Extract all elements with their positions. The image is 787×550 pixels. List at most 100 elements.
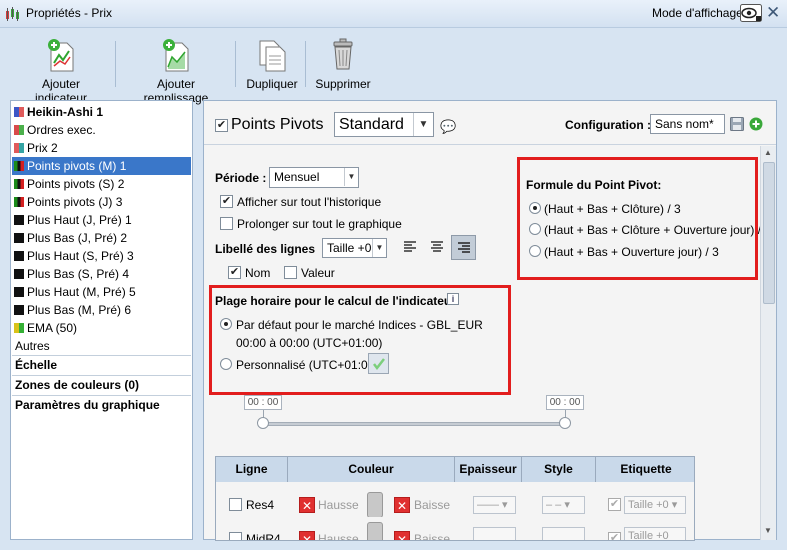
eye-icon[interactable] <box>740 4 762 22</box>
align-left-icon[interactable] <box>403 240 417 254</box>
slider-start-handle[interactable] <box>257 417 269 429</box>
add-icon[interactable] <box>749 117 763 131</box>
time-default-range: 00:00 à 00:00 (UTC+01:00) <box>236 336 383 350</box>
formula-option-radio[interactable] <box>529 202 541 214</box>
scroll-up-icon[interactable]: ▲ <box>764 148 772 157</box>
delete-button[interactable]: Supprimer <box>314 37 372 91</box>
list-item[interactable]: Prix 2 <box>12 139 191 157</box>
list-item[interactable]: Plus Haut (S, Pré) 3 <box>12 247 191 265</box>
down-color-label: Baisse <box>414 532 451 541</box>
label-size-select[interactable]: Taille +0 <box>624 527 686 540</box>
object-list: Heikin-Ashi 1 Ordres exec. Prix 2 Points… <box>10 100 193 540</box>
confirm-time-button[interactable] <box>368 353 389 374</box>
font-size-select[interactable]: Taille +0 ▼ <box>322 238 387 258</box>
add-fill-icon <box>163 39 189 72</box>
thickness-select[interactable]: —— ▾ <box>473 496 516 514</box>
align-right-button[interactable] <box>451 235 476 260</box>
line-visible-checkbox[interactable] <box>229 498 242 511</box>
thickness-select[interactable] <box>473 527 516 540</box>
chevron-down-icon: ▼ <box>372 239 386 257</box>
list-item[interactable]: Plus Bas (S, Pré) 4 <box>12 265 191 283</box>
close-icon[interactable]: ✕ <box>766 3 780 23</box>
trash-icon <box>333 38 353 70</box>
show-name-label: Nom <box>245 266 271 280</box>
link-colors-icon[interactable] <box>367 492 383 518</box>
vertical-scrollbar[interactable]: ▲ ▼ <box>760 146 776 540</box>
section-chart-settings[interactable]: Paramètres du graphique <box>12 395 191 414</box>
label-visible-checkbox[interactable]: ✔ <box>608 532 621 540</box>
list-item[interactable]: Plus Bas (M, Pré) 6 <box>12 301 191 319</box>
properties-panel: ✔ Points Pivots Standard ▼ 💬 Configurati… <box>203 100 777 541</box>
align-center-icon[interactable] <box>430 240 444 254</box>
section-scale[interactable]: Échelle <box>12 355 191 374</box>
indicator-header: ✔ Points Pivots Standard ▼ 💬 Configurati… <box>204 101 776 145</box>
period-label: Période : <box>215 171 267 185</box>
show-name-checkbox[interactable]: ✔ <box>228 266 241 279</box>
color-swatch <box>14 143 24 153</box>
chevron-down-icon: ▼ <box>344 168 358 186</box>
duplicate-button[interactable]: Dupliquer <box>244 37 300 91</box>
info-icon[interactable]: i <box>447 293 459 305</box>
show-value-checkbox[interactable] <box>284 266 297 279</box>
link-colors-icon[interactable] <box>367 522 383 540</box>
up-color-icon[interactable]: ✕ <box>299 497 315 513</box>
formula-title: Formule du Point Pivot: <box>526 178 662 192</box>
formula-option-radio[interactable] <box>529 245 541 257</box>
preset-select[interactable]: Standard ▼ <box>334 112 434 137</box>
scrollbar-thumb[interactable] <box>763 162 775 304</box>
color-swatch <box>14 233 24 243</box>
toolbar-divider <box>115 41 116 87</box>
add-indicator-button[interactable]: Ajouter indicateur <box>16 37 106 105</box>
display-mode-label[interactable]: Mode d'affichage <box>652 6 743 20</box>
time-custom-radio[interactable] <box>220 358 232 370</box>
color-swatch <box>14 125 24 135</box>
formula-option-radio[interactable] <box>529 223 541 235</box>
list-item[interactable]: EMA (50) <box>12 319 191 337</box>
show-history-checkbox[interactable]: ✔ <box>220 195 233 208</box>
delete-label: Supprimer <box>315 77 371 91</box>
list-item[interactable]: Heikin-Ashi 1 <box>12 103 191 121</box>
lines-table: Ligne Couleur Epaisseur Style Etiquette … <box>215 456 695 541</box>
color-swatch <box>14 179 24 189</box>
time-default-radio[interactable] <box>220 318 232 330</box>
indicator-enabled-checkbox[interactable]: ✔ <box>215 119 228 132</box>
add-indicator-icon <box>48 39 74 72</box>
formula-option-label: (Haut + Bas + Ouverture jour) / 3 <box>544 245 719 259</box>
period-select[interactable]: Mensuel ▼ <box>269 167 359 188</box>
column-header: Etiquette <box>596 457 694 482</box>
chevron-down-icon: ▼ <box>413 113 433 136</box>
scroll-down-icon[interactable]: ▼ <box>764 526 772 535</box>
config-select[interactable]: Sans nom* <box>650 114 725 134</box>
window-title: Propriétés - Prix <box>26 6 113 20</box>
down-color-icon[interactable]: ✕ <box>394 531 410 540</box>
duplicate-label: Dupliquer <box>246 77 298 91</box>
list-item[interactable]: Plus Haut (M, Pré) 5 <box>12 283 191 301</box>
time-default-label: Par défaut pour le marché Indices - GBL_… <box>236 318 483 332</box>
add-fill-button[interactable]: Ajouter remplissage <box>125 37 227 105</box>
candlestick-app-icon <box>6 7 19 21</box>
list-item[interactable]: Plus Haut (J, Pré) 1 <box>12 211 191 229</box>
style-select[interactable]: – – ▾ <box>542 496 585 514</box>
color-swatch <box>14 305 24 315</box>
list-item[interactable]: Ordres exec. <box>12 121 191 139</box>
info-bubble-icon[interactable]: 💬 <box>440 119 456 135</box>
time-slider-track[interactable] <box>263 422 566 426</box>
line-name: Res4 <box>246 498 275 512</box>
up-color-icon[interactable]: ✕ <box>299 531 315 540</box>
list-item-selected[interactable]: Points pivots (M) 1 <box>12 157 191 175</box>
section-color-zones[interactable]: Zones de couleurs (0) <box>12 375 191 394</box>
list-item[interactable]: Points pivots (J) 3 <box>12 193 191 211</box>
label-size-select[interactable]: Taille +0 ▾ <box>624 496 686 514</box>
list-item[interactable]: Autres <box>12 337 191 355</box>
slider-end-handle[interactable] <box>559 417 571 429</box>
color-swatch <box>14 197 24 207</box>
indicator-name: Points Pivots <box>231 116 324 133</box>
style-select[interactable] <box>542 527 585 540</box>
list-item[interactable]: Plus Bas (J, Pré) 2 <box>12 229 191 247</box>
label-visible-checkbox[interactable]: ✔ <box>608 498 621 511</box>
line-visible-checkbox[interactable] <box>229 532 242 540</box>
down-color-icon[interactable]: ✕ <box>394 497 410 513</box>
save-icon[interactable] <box>730 117 744 131</box>
extend-chart-checkbox[interactable] <box>220 217 233 230</box>
list-item[interactable]: Points pivots (S) 2 <box>12 175 191 193</box>
